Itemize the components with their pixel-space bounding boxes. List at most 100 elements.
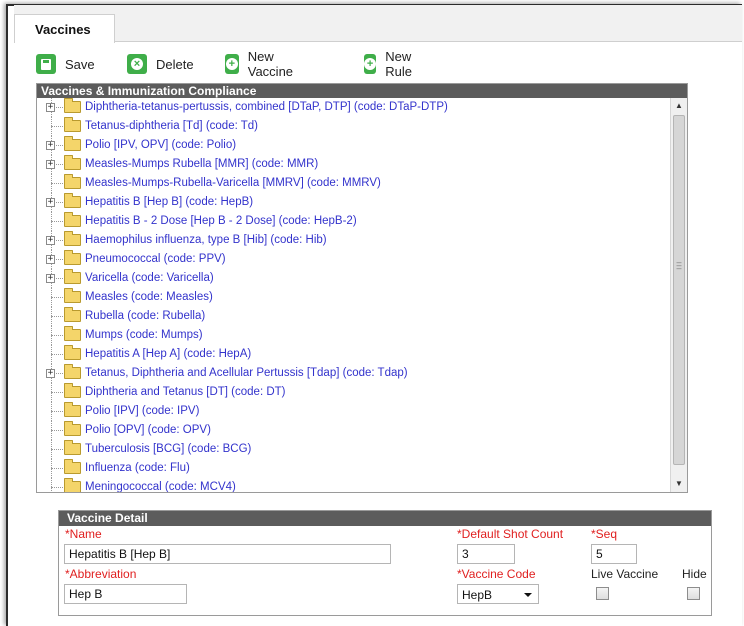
hide-label: Hide — [682, 567, 707, 581]
default-shot-count-field[interactable]: 3 — [457, 544, 515, 564]
vaccine-detail-title: Vaccine Detail — [59, 511, 711, 526]
tree-item[interactable]: Polio [OPV] (code: OPV) — [37, 421, 670, 440]
vaccine-tree-panel: Vaccines & Immunization Compliance + Diph… — [36, 83, 688, 493]
tree-item[interactable]: Rubella (code: Rubella) — [37, 307, 670, 326]
scroll-thumb[interactable]: – – – — [673, 115, 685, 465]
tree-panel-title: Vaccines & Immunization Compliance — [37, 84, 687, 98]
folder-icon — [64, 212, 81, 227]
seq-label: *Seq — [591, 527, 618, 541]
folder-icon — [64, 459, 81, 474]
name-label: *Name — [65, 527, 102, 541]
abbreviation-label: *Abbreviation — [65, 567, 137, 581]
tree-item-label[interactable]: Tuberculosis [BCG] (code: BCG) — [85, 443, 251, 455]
scroll-up-arrow-icon[interactable]: ▲ — [671, 98, 687, 114]
tree-item[interactable]: Tuberculosis [BCG] (code: BCG) — [37, 440, 670, 459]
save-button[interactable]: Save — [36, 52, 95, 76]
tree-item[interactable]: Hepatitis B - 2 Dose [Hep B - 2 Dose] (c… — [37, 212, 670, 231]
folder-icon — [64, 383, 81, 398]
tree-item-label[interactable]: Polio [OPV] (code: OPV) — [85, 424, 211, 436]
tree-item-label[interactable]: Influenza (code: Flu) — [85, 462, 190, 474]
folder-icon — [64, 193, 81, 208]
tree-item-label[interactable]: Tetanus-diphtheria [Td] (code: Td) — [85, 120, 258, 132]
tree-item[interactable]: + Measles-Mumps Rubella [MMR] (code: MMR) — [37, 155, 670, 174]
tree-item-label[interactable]: Rubella (code: Rubella) — [85, 310, 205, 322]
folder-icon — [64, 231, 81, 246]
tree-item-label[interactable]: Diphtheria-tetanus-pertussis, combined [… — [85, 101, 448, 113]
add-icon: + — [225, 54, 239, 74]
folder-icon — [64, 98, 81, 113]
vaccine-code-value: HepB — [462, 588, 493, 602]
tree-item-label[interactable]: Haemophilus influenza, type B [Hib] (cod… — [85, 234, 327, 246]
tree-item-label[interactable]: Hepatitis B [Hep B] (code: HepB) — [85, 196, 253, 208]
save-icon — [36, 54, 56, 74]
tree-item-label[interactable]: Hepatitis A [Hep A] (code: HepA) — [85, 348, 251, 360]
tree-item[interactable]: + Diphtheria-tetanus-pertussis, combined … — [37, 98, 670, 117]
folder-icon — [64, 117, 81, 132]
tree-item-label[interactable]: Varicella (code: Varicella) — [85, 272, 214, 284]
folder-icon — [64, 136, 81, 151]
tree-item-label[interactable]: Hepatitis B - 2 Dose [Hep B - 2 Dose] (c… — [85, 215, 357, 227]
tree-item[interactable]: Hepatitis A [Hep A] (code: HepA) — [37, 345, 670, 364]
folder-icon — [64, 402, 81, 417]
tree-item[interactable]: Diphtheria and Tetanus [DT] (code: DT) — [37, 383, 670, 402]
seq-field[interactable]: 5 — [591, 544, 637, 564]
tree-item[interactable]: Meningococcal (code: MCV4) — [37, 478, 670, 492]
abbreviation-field[interactable]: Hep B — [64, 584, 187, 604]
delete-button[interactable]: × Delete — [127, 52, 194, 76]
vaccine-code-label: *Vaccine Code — [457, 567, 536, 581]
vaccine-code-select[interactable]: HepB — [457, 584, 539, 604]
expand-icon[interactable]: + — [46, 274, 55, 283]
expand-icon[interactable]: + — [46, 255, 55, 264]
tree-item[interactable]: + Varicella (code: Varicella) — [37, 269, 670, 288]
expand-icon[interactable]: + — [46, 236, 55, 245]
new-rule-button[interactable]: + New Rule — [364, 49, 420, 79]
tree-item[interactable]: + Polio [IPV, OPV] (code: Polio) — [37, 136, 670, 155]
default-shot-count-label: *Default Shot Count — [457, 527, 564, 541]
scroll-down-arrow-icon[interactable]: ▼ — [671, 476, 687, 492]
live-vaccine-checkbox[interactable] — [596, 587, 609, 600]
tree-item[interactable]: Mumps (code: Mumps) — [37, 326, 670, 345]
live-vaccine-label: Live Vaccine — [591, 567, 659, 581]
expand-icon[interactable]: + — [46, 369, 55, 378]
tab-bar: Vaccines — [14, 5, 742, 43]
tab-vaccines[interactable]: Vaccines — [14, 14, 115, 43]
tree-item-label[interactable]: Tetanus, Diphtheria and Acellular Pertus… — [85, 367, 408, 379]
tree-item[interactable]: Tetanus-diphtheria [Td] (code: Td) — [37, 117, 670, 136]
new-vaccine-button[interactable]: + New Vaccine — [225, 49, 299, 79]
vaccine-tree: + Diphtheria-tetanus-pertussis, combined … — [37, 98, 670, 492]
folder-icon — [64, 307, 81, 322]
tree-item[interactable]: + Hepatitis B [Hep B] (code: HepB) — [37, 193, 670, 212]
tree-item-label[interactable]: Polio [IPV, OPV] (code: Polio) — [85, 139, 236, 151]
tree-item-label[interactable]: Meningococcal (code: MCV4) — [85, 481, 236, 492]
name-field[interactable]: Hepatitis B [Hep B] — [64, 544, 391, 564]
tree-item-label[interactable]: Mumps (code: Mumps) — [85, 329, 203, 341]
folder-icon — [64, 421, 81, 436]
expand-icon[interactable]: + — [46, 103, 55, 112]
tree-item[interactable]: + Haemophilus influenza, type B [Hib] (co… — [37, 231, 670, 250]
tree-item-label[interactable]: Measles-Mumps-Rubella-Varicella [MMRV] (… — [85, 177, 381, 189]
tree-scrollbar[interactable]: ▲ – – – ▼ — [670, 98, 687, 492]
tree-item[interactable]: + Pneumococcal (code: PPV) — [37, 250, 670, 269]
expand-icon[interactable]: + — [46, 160, 55, 169]
folder-icon — [64, 288, 81, 303]
tree-item[interactable]: Influenza (code: Flu) — [37, 459, 670, 478]
tree-item[interactable]: Polio [IPV] (code: IPV) — [37, 402, 670, 421]
expand-icon[interactable]: + — [46, 141, 55, 150]
tree-item[interactable]: Measles (code: Measles) — [37, 288, 670, 307]
grip-icon: – – – — [676, 257, 682, 273]
tree-item-label[interactable]: Diphtheria and Tetanus [DT] (code: DT) — [85, 386, 286, 398]
tree-item-label[interactable]: Measles-Mumps Rubella [MMR] (code: MMR) — [85, 158, 318, 170]
new-vaccine-label: New Vaccine — [247, 49, 294, 79]
delete-label: Delete — [156, 56, 194, 72]
tree-item-label[interactable]: Pneumococcal (code: PPV) — [85, 253, 226, 265]
hide-checkbox[interactable] — [687, 587, 700, 600]
expand-icon[interactable]: + — [46, 198, 55, 207]
tree-item-label[interactable]: Measles (code: Measles) — [85, 291, 213, 303]
tree-item[interactable]: + Tetanus, Diphtheria and Acellular Pertu… — [37, 364, 670, 383]
tree-item[interactable]: Measles-Mumps-Rubella-Varicella [MMRV] (… — [37, 174, 670, 193]
tree-item-label[interactable]: Polio [IPV] (code: IPV) — [85, 405, 199, 417]
folder-icon — [64, 440, 81, 455]
delete-icon: × — [127, 54, 147, 74]
vaccine-detail-panel: Vaccine Detail *Name Hepatitis B [Hep B]… — [58, 510, 712, 616]
folder-icon — [64, 250, 81, 265]
